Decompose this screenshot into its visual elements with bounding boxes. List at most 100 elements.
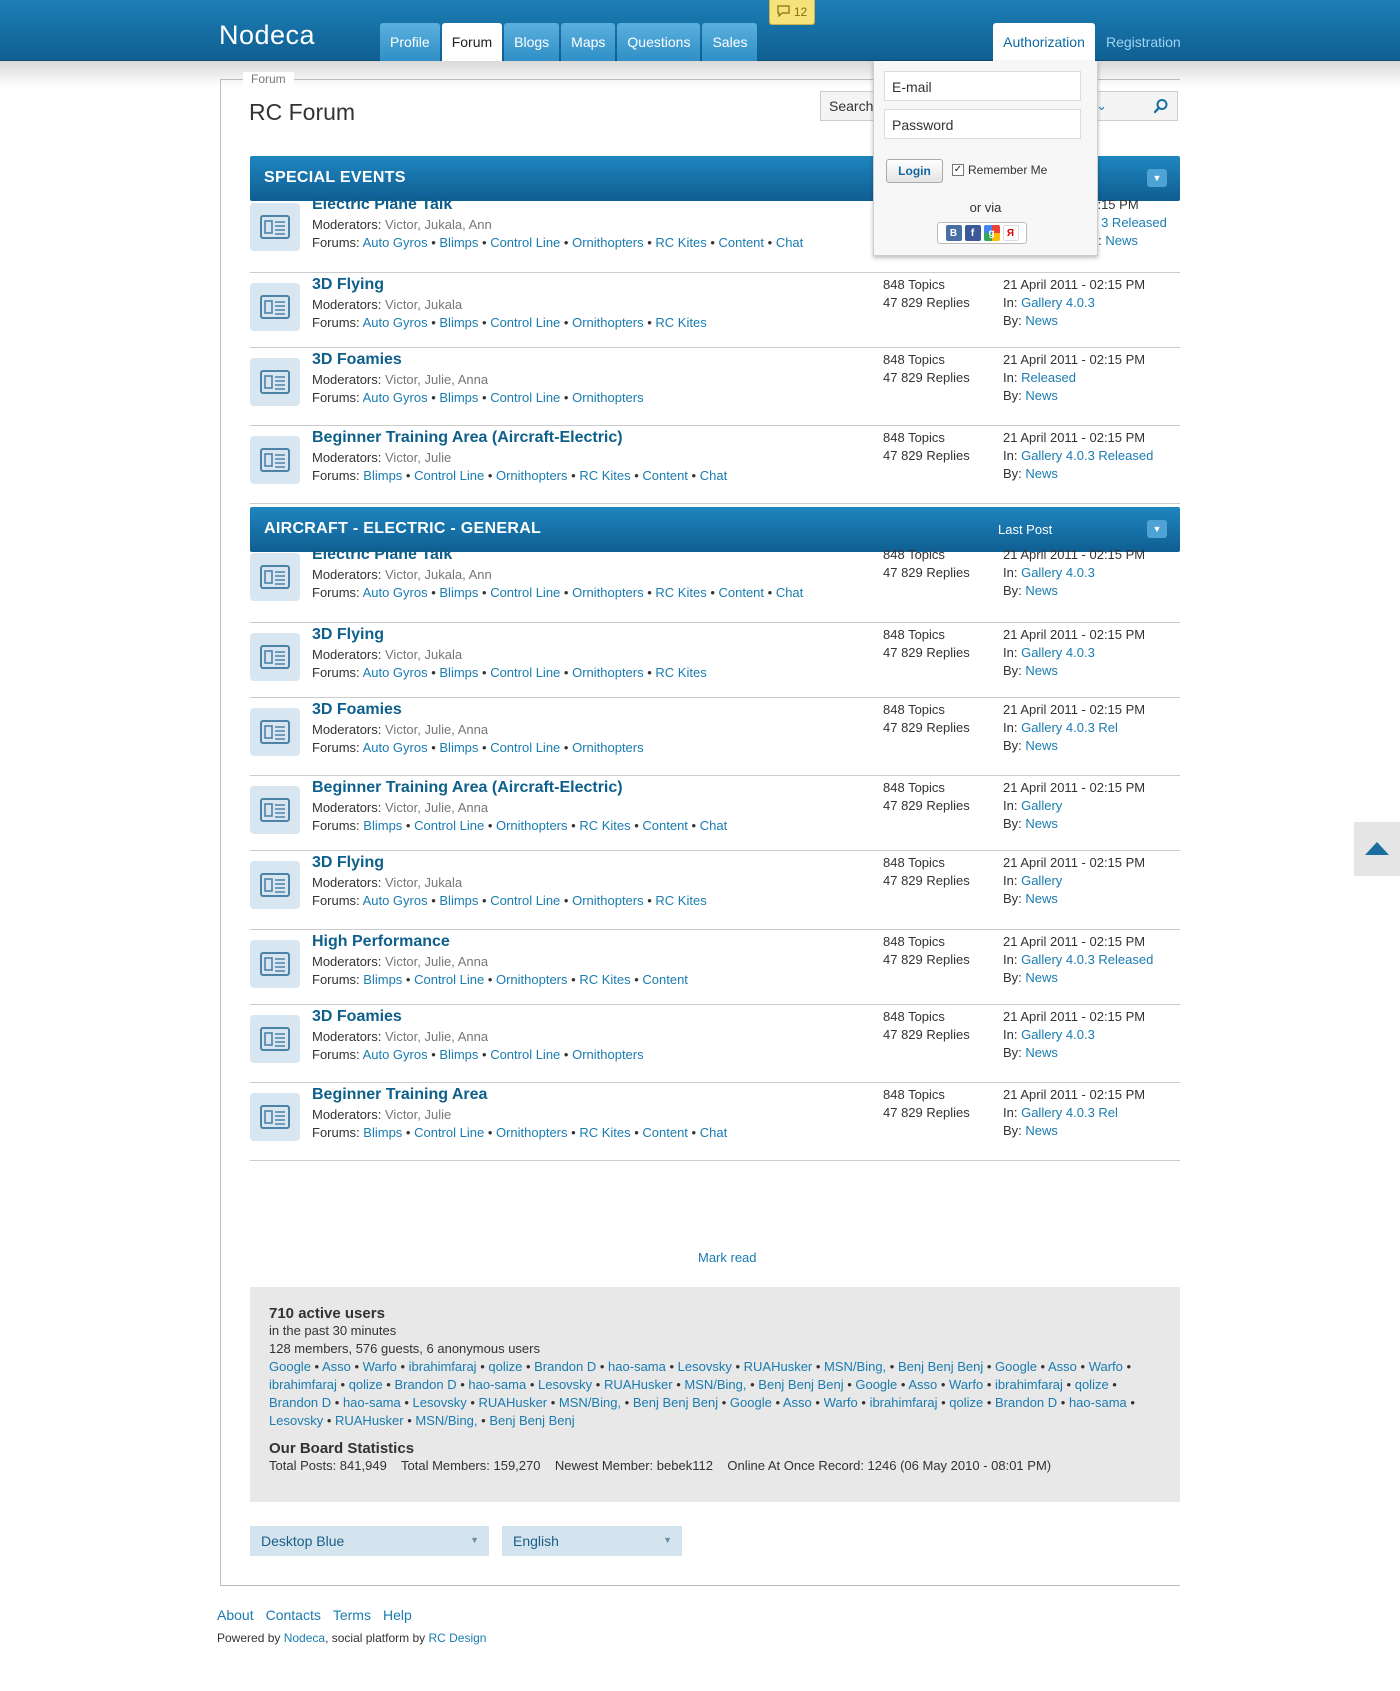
forum-title-link[interactable]: 3D Foamies xyxy=(312,701,402,719)
online-user-link[interactable]: Benj Benj Benj xyxy=(489,1413,574,1428)
login-button[interactable]: Login xyxy=(886,159,943,183)
site-logo[interactable]: Nodeca xyxy=(219,20,315,51)
last-post-author-link[interactable]: News xyxy=(1025,1123,1058,1138)
subforum-link[interactable]: Auto Gyros xyxy=(363,1047,428,1062)
online-user-link[interactable]: qolize xyxy=(488,1359,522,1374)
collapse-toggle-icon[interactable]: ▼ xyxy=(1147,520,1167,538)
forum-title-link[interactable]: 3D Flying xyxy=(312,276,384,294)
online-user-link[interactable]: Google xyxy=(730,1395,772,1410)
search-icon[interactable] xyxy=(1153,98,1169,114)
subforum-link[interactable]: RC Kites xyxy=(579,1125,630,1140)
tab-sales[interactable]: Sales xyxy=(702,23,758,61)
remember-me[interactable]: ✓ Remember Me xyxy=(952,163,1047,177)
subforum-link[interactable]: Content xyxy=(642,468,688,483)
online-user-link[interactable]: Asso xyxy=(1048,1359,1077,1374)
online-user-link[interactable]: ibrahimfaraj xyxy=(269,1377,337,1392)
online-user-link[interactable]: Benj Benj Benj xyxy=(898,1359,983,1374)
last-post-topic-link[interactable]: 3 Released xyxy=(1101,215,1167,230)
footer-link-contacts[interactable]: Contacts xyxy=(266,1607,321,1623)
subforum-link[interactable]: Ornithopters xyxy=(572,390,644,405)
subforum-link[interactable]: Control Line xyxy=(490,665,560,680)
email-field[interactable]: E-mail xyxy=(884,71,1081,101)
breadcrumb[interactable]: Forum xyxy=(243,72,294,86)
forum-title-link[interactable]: Beginner Training Area (Aircraft-Electri… xyxy=(312,429,623,447)
online-user-link[interactable]: RUAHusker xyxy=(479,1395,548,1410)
online-user-link[interactable]: Google xyxy=(855,1377,897,1392)
online-user-link[interactable]: Warfo xyxy=(824,1395,858,1410)
subforum-link[interactable]: Ornithopters xyxy=(496,972,568,987)
subforum-link[interactable]: RC Kites xyxy=(655,893,706,908)
subforum-link[interactable]: Blimps xyxy=(439,665,478,680)
online-user-link[interactable]: hao-sama xyxy=(1069,1395,1127,1410)
yandex-icon[interactable]: Я xyxy=(1002,225,1019,241)
password-field[interactable]: Password xyxy=(884,109,1081,139)
subforum-link[interactable]: Blimps xyxy=(439,390,478,405)
subforum-link[interactable]: Content xyxy=(642,1125,688,1140)
section-title[interactable]: AIRCRAFT - ELECTRIC - GENERAL xyxy=(264,520,541,538)
online-user-link[interactable]: hao-sama xyxy=(608,1359,666,1374)
forum-title-link[interactable]: Beginner Training Area xyxy=(312,1086,487,1104)
online-user-link[interactable]: RUAHusker xyxy=(744,1359,813,1374)
last-post-author-link[interactable]: News xyxy=(1025,816,1058,831)
online-user-link[interactable]: Lesovsky xyxy=(538,1377,592,1392)
forum-title-link[interactable]: 3D Foamies xyxy=(312,1008,402,1026)
online-user-link[interactable]: ibrahimfaraj xyxy=(870,1395,938,1410)
online-user-link[interactable]: MSN/Bing, xyxy=(415,1413,477,1428)
vk-icon[interactable]: B xyxy=(945,225,962,241)
online-user-link[interactable]: Brandon D xyxy=(534,1359,596,1374)
language-select[interactable]: English ▼ xyxy=(502,1526,682,1556)
subforum-link[interactable]: Content xyxy=(642,972,688,987)
subforum-link[interactable]: Ornithopters xyxy=(496,468,568,483)
subforum-link[interactable]: Blimps xyxy=(439,315,478,330)
last-post-author-link[interactable]: News xyxy=(1025,1045,1058,1060)
online-user-link[interactable]: ibrahimfaraj xyxy=(409,1359,477,1374)
footer-link-about[interactable]: About xyxy=(217,1607,254,1623)
online-user-link[interactable]: Warfo xyxy=(949,1377,983,1392)
last-post-topic-link[interactable]: Gallery 4.0.3 Released xyxy=(1021,952,1153,967)
footer-link-terms[interactable]: Terms xyxy=(333,1607,371,1623)
subforum-link[interactable]: Ornithopters xyxy=(496,818,568,833)
subforum-link[interactable]: Ornithopters xyxy=(496,1125,568,1140)
nodeca-link[interactable]: Nodeca xyxy=(284,1631,325,1645)
subforum-link[interactable]: Content xyxy=(718,235,764,250)
subforum-link[interactable]: Blimps xyxy=(363,818,402,833)
forum-title-link[interactable]: Electric Plane Talk xyxy=(312,546,452,564)
subforum-link[interactable]: Ornithopters xyxy=(572,665,644,680)
last-post-author-link[interactable]: News xyxy=(1025,663,1058,678)
online-user-link[interactable]: hao-sama xyxy=(343,1395,401,1410)
last-post-author-link[interactable]: News xyxy=(1025,970,1058,985)
online-user-link[interactable]: Asso xyxy=(908,1377,937,1392)
online-user-link[interactable]: hao-sama xyxy=(468,1377,526,1392)
subforum-link[interactable]: Ornithopters xyxy=(572,315,644,330)
online-user-link[interactable]: Lesovsky xyxy=(269,1413,323,1428)
subforum-link[interactable]: Chat xyxy=(700,818,727,833)
online-user-link[interactable]: ibrahimfaraj xyxy=(995,1377,1063,1392)
online-user-link[interactable]: Lesovsky xyxy=(678,1359,732,1374)
subforum-link[interactable]: Control Line xyxy=(490,1047,560,1062)
last-post-topic-link[interactable]: Gallery xyxy=(1021,798,1062,813)
forum-title-link[interactable]: Beginner Training Area (Aircraft-Electri… xyxy=(312,779,623,797)
last-post-author-link[interactable]: News xyxy=(1105,233,1138,248)
mark-read-link[interactable]: Mark read xyxy=(698,1250,757,1265)
online-user-link[interactable]: RUAHusker xyxy=(335,1413,404,1428)
online-user-link[interactable]: Google xyxy=(269,1359,311,1374)
online-user-link[interactable]: RUAHusker xyxy=(604,1377,673,1392)
theme-select[interactable]: Desktop Blue ▼ xyxy=(250,1526,489,1556)
subforum-link[interactable]: Ornithopters xyxy=(572,740,644,755)
forum-title-link[interactable]: Electric Plane Talk xyxy=(312,196,452,214)
subforum-link[interactable]: Control Line xyxy=(414,972,484,987)
last-post-topic-link[interactable]: Released xyxy=(1021,370,1076,385)
subforum-link[interactable]: Control Line xyxy=(414,818,484,833)
subforum-link[interactable]: Blimps xyxy=(439,585,478,600)
last-post-topic-link[interactable]: Gallery 4.0.3 xyxy=(1021,565,1095,580)
last-post-topic-link[interactable]: Gallery 4.0.3 Rel xyxy=(1021,1105,1118,1120)
online-user-link[interactable]: qolize xyxy=(949,1395,983,1410)
collapse-toggle-icon[interactable]: ▼ xyxy=(1147,169,1167,187)
subforum-link[interactable]: Auto Gyros xyxy=(363,740,428,755)
scroll-to-top-button[interactable] xyxy=(1354,822,1400,876)
forum-title-link[interactable]: 3D Foamies xyxy=(312,351,402,369)
subforum-link[interactable]: Ornithopters xyxy=(572,893,644,908)
remember-checkbox[interactable]: ✓ xyxy=(952,164,964,176)
tab-profile[interactable]: Profile xyxy=(380,23,440,61)
subforum-link[interactable]: Blimps xyxy=(439,893,478,908)
